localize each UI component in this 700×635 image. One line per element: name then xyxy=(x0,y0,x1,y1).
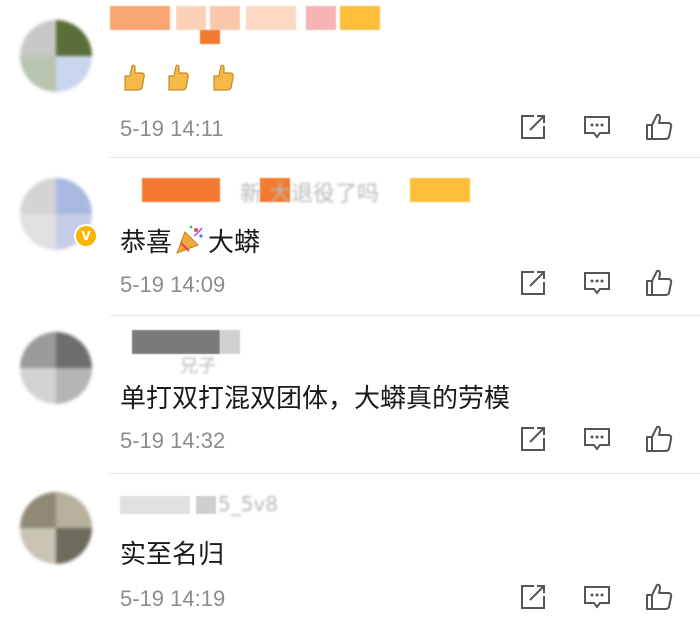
verified-badge: V xyxy=(74,224,98,248)
share-icon[interactable] xyxy=(518,424,548,454)
comment-item: 5_5v8 实至名归 5-19 14:19 xyxy=(0,474,700,635)
comment-item: 5-19 14:11 xyxy=(0,0,700,158)
timestamp: 5-19 14:19 xyxy=(120,586,226,611)
username[interactable]: 5_5v8 xyxy=(110,492,310,526)
comment-icon[interactable] xyxy=(582,424,612,454)
thumbs-up-emoji xyxy=(164,62,190,99)
comment-icon[interactable] xyxy=(582,582,612,612)
username[interactable]: 兄子 xyxy=(110,330,310,377)
action-bar xyxy=(518,112,688,146)
comment-content: 单打双打混双团体，大蟒真的劳模 xyxy=(120,384,511,414)
username[interactable]: 新 大退役了吗 xyxy=(110,178,470,208)
comment-icon[interactable] xyxy=(582,268,612,298)
action-bar xyxy=(518,582,688,616)
like-icon[interactable] xyxy=(644,112,674,142)
comment-content: 实至名归 xyxy=(120,540,225,570)
comment-content: 恭喜 大蟒 xyxy=(120,222,260,263)
like-icon[interactable] xyxy=(644,424,674,454)
like-icon[interactable] xyxy=(644,268,674,298)
comment-icon[interactable] xyxy=(582,112,612,142)
avatar[interactable] xyxy=(20,492,92,564)
action-bar xyxy=(518,424,688,458)
avatar[interactable] xyxy=(20,20,92,92)
share-icon[interactable] xyxy=(518,582,548,612)
comment-content xyxy=(120,62,235,99)
avatar[interactable] xyxy=(20,332,92,404)
timestamp: 5-19 14:09 xyxy=(120,272,226,297)
party-popper-emoji xyxy=(174,224,206,263)
share-icon[interactable] xyxy=(518,268,548,298)
timestamp: 5-19 14:32 xyxy=(120,428,226,453)
comment-item: V 新 大退役了吗 恭喜 大蟒 5-19 14:09 xyxy=(0,158,700,316)
timestamp: 5-19 14:11 xyxy=(120,116,224,141)
thumbs-up-emoji xyxy=(120,62,146,99)
action-bar xyxy=(518,268,688,302)
comment-item: 兄子 单打双打混双团体，大蟒真的劳模 5-19 14:32 xyxy=(0,316,700,474)
share-icon[interactable] xyxy=(518,112,548,142)
like-icon[interactable] xyxy=(644,582,674,612)
username[interactable] xyxy=(110,6,380,44)
thumbs-up-emoji xyxy=(209,62,235,99)
